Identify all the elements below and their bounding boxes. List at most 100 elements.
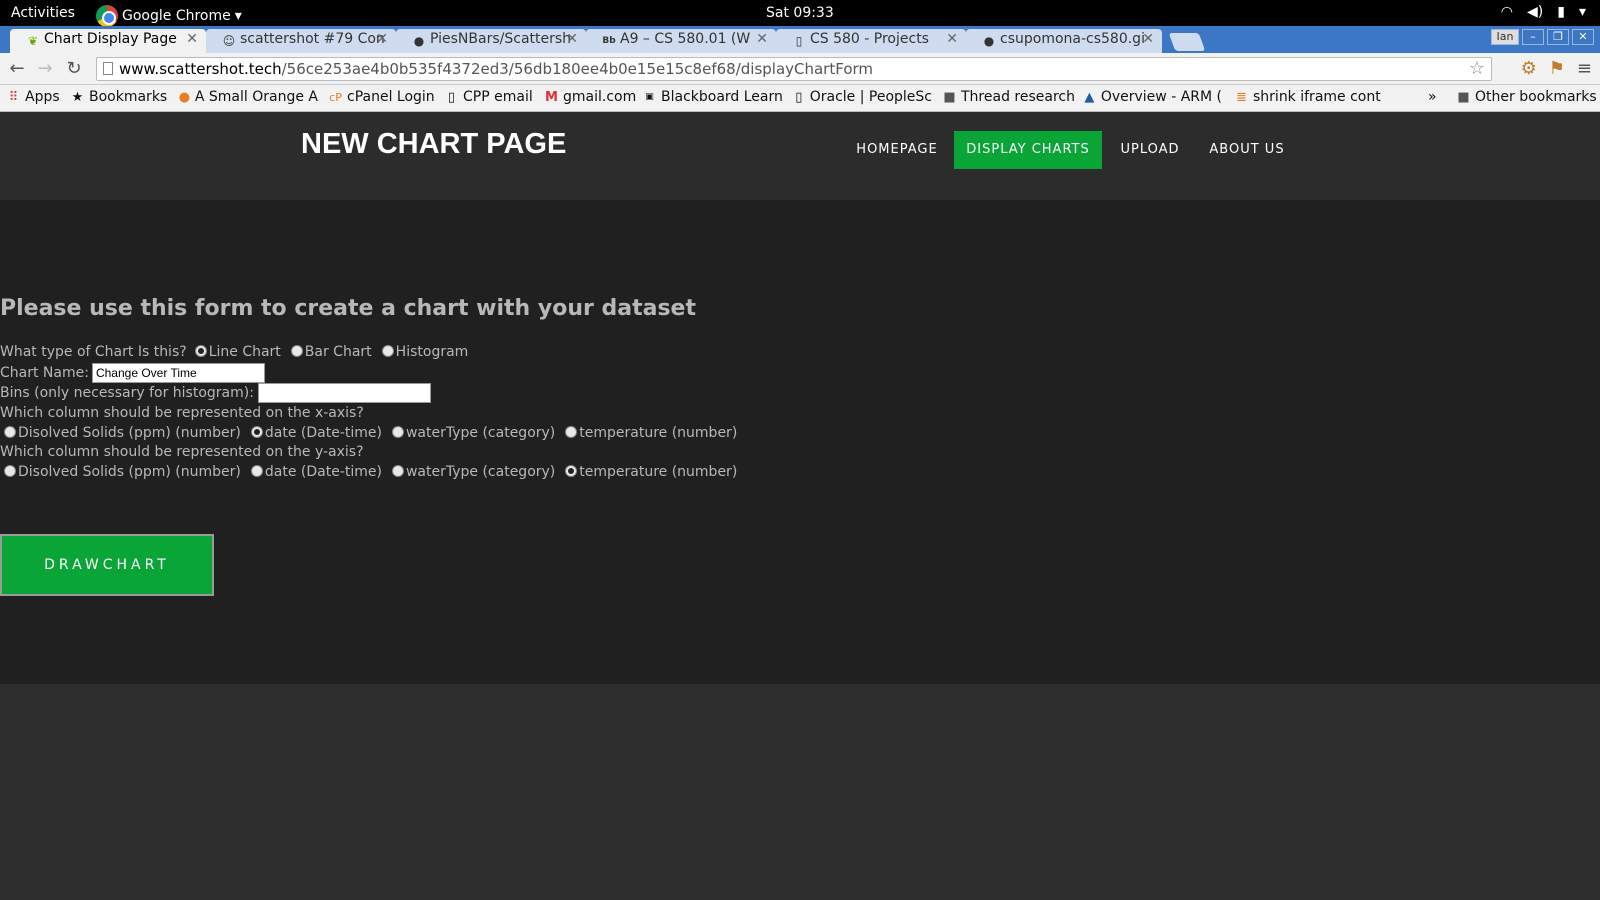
close-icon[interactable]: ✕	[566, 31, 578, 47]
bookmark-star-icon[interactable]: ☆	[1469, 58, 1485, 79]
nav-display-charts[interactable]: DISPLAY CHARTS	[954, 131, 1102, 169]
option-label: Bar Chart	[304, 344, 372, 360]
option-label: date (Date-time)	[264, 464, 382, 480]
bookmark-thread-research[interactable]: ■ Thread research	[942, 89, 1075, 105]
option-label: Line Chart	[208, 344, 281, 360]
chart-type-label: What type of Chart Is this?	[0, 344, 187, 360]
address-bar[interactable]: www.scattershot.tech/56ce253ae4b0b535f43…	[96, 57, 1492, 81]
bookmark-label: Oracle | PeopleSc	[809, 89, 932, 105]
tab-scattershot[interactable]: ☺ scattershot #79 Con ✕	[206, 29, 396, 53]
caret-down-icon: ▾	[234, 8, 242, 24]
close-icon[interactable]: ✕	[946, 31, 958, 47]
radio-histogram[interactable]	[381, 345, 394, 357]
stackoverflow-icon: ≣	[1236, 89, 1247, 105]
page-icon: ▯	[447, 89, 456, 105]
tab-piesnbars[interactable]: ● PiesNBars/Scattersh ✕	[396, 29, 586, 53]
arm-icon: ▲	[1084, 89, 1095, 105]
bookmark-cpp-email[interactable]: ▯ CPP email	[444, 89, 533, 105]
chart-name-input[interactable]: Change Over Time	[91, 363, 265, 383]
bins-row: Bins (only necessary for histogram):	[0, 383, 431, 403]
leaf-icon: ❦	[27, 34, 39, 48]
restore-icon[interactable]: ❐	[1547, 29, 1569, 45]
blackboard-icon: ▣	[645, 91, 654, 102]
bookmark-label: A Small Orange A	[194, 89, 318, 105]
bookmark-bookmarks[interactable]: ★ Bookmarks	[70, 89, 168, 105]
bookmark-gmail[interactable]: Mgmail.com	[544, 89, 636, 105]
bookmark-overflow[interactable]: »	[1428, 89, 1437, 105]
bookmark-small-orange[interactable]: ● A Small Orange A	[178, 89, 318, 105]
tab-a9[interactable]: Bb A9 – CS 580.01 (W ✕	[586, 29, 776, 53]
bins-label: Bins (only necessary for histogram):	[0, 385, 254, 401]
radio-y-watertype[interactable]	[391, 465, 404, 477]
radio-y-temperature[interactable]	[565, 465, 578, 477]
app-menu[interactable]: Google Chrome ▾	[96, 5, 242, 27]
bins-input[interactable]	[257, 383, 431, 403]
radio-y-date[interactable]	[250, 465, 263, 477]
extension-flag-icon[interactable]: ⚑	[1549, 58, 1565, 79]
radio-x-temperature[interactable]	[565, 426, 578, 438]
option-label: waterType (category)	[405, 464, 556, 480]
radio-line-chart[interactable]	[194, 345, 207, 357]
nav-homepage[interactable]: HOMEPAGE	[842, 131, 952, 169]
profile-button[interactable]: Ian	[1491, 29, 1519, 45]
draw-chart-button[interactable]: DRAWCHART	[0, 534, 214, 596]
extension-icon[interactable]: ⚙	[1521, 58, 1537, 79]
page-icon: ▯	[795, 89, 803, 105]
tab-title: PiesNBars/Scattersh	[430, 31, 572, 47]
close-icon[interactable]: ✕	[186, 31, 198, 47]
tab-title: Chart Display Page	[44, 31, 177, 47]
close-icon[interactable]: ✕	[1142, 31, 1154, 47]
new-tab-button[interactable]	[1168, 33, 1206, 51]
chart-name-label: Chart Name:	[0, 365, 89, 381]
tab-title: csupomona-cs580.gi	[1000, 31, 1145, 47]
bookmark-other[interactable]: ■ Other bookmarks	[1456, 89, 1596, 105]
tab-csupomona[interactable]: ● csupomona-cs580.gi ✕	[966, 29, 1162, 53]
tab-chart-display[interactable]: ❦ Chart Display Page ✕	[10, 29, 206, 53]
tab-cs580-projects[interactable]: ▯ CS 580 - Projects ✕	[776, 29, 966, 53]
close-window-icon[interactable]: ✕	[1572, 29, 1594, 45]
page-footer-background	[0, 684, 1600, 900]
bookmark-shrink-iframe[interactable]: ≣ shrink iframe cont	[1234, 89, 1384, 105]
radio-x-dissolved-solids[interactable]	[4, 426, 16, 438]
nav-upload[interactable]: UPLOAD	[1110, 131, 1190, 169]
bookmark-label: CPP email	[463, 89, 533, 105]
folder-icon: ■	[943, 89, 956, 105]
menu-icon[interactable]: ≡	[1577, 58, 1592, 79]
bookmark-label: gmail.com	[563, 89, 637, 105]
tab-strip: ❦ Chart Display Page ✕ ☺ scattershot #79…	[0, 26, 1600, 53]
bookmark-label: Blackboard Learn	[661, 89, 783, 105]
cpanel-icon: cP	[329, 90, 342, 104]
bookmark-arm[interactable]: ▲ Overview - ARM (	[1082, 89, 1222, 105]
gmail-icon: M	[545, 89, 558, 105]
tab-title: A9 – CS 580.01 (W	[620, 31, 751, 47]
chart-type-row: What type of Chart Is this? Line Chart B…	[0, 344, 468, 360]
radio-y-dissolved-solids[interactable]	[4, 465, 16, 477]
x-axis-options: Disolved Solids (ppm) (number) date (Dat…	[0, 425, 737, 441]
activities-button[interactable]: Activities	[11, 5, 75, 21]
back-icon[interactable]: ←	[6, 58, 28, 80]
page-info-icon[interactable]	[103, 62, 113, 75]
github-icon: ●	[983, 34, 995, 48]
forward-icon[interactable]: →	[34, 58, 56, 80]
bookmark-cpanel[interactable]: cP cPanel Login	[328, 89, 435, 105]
bookmark-label: Overview - ARM (	[1100, 89, 1222, 105]
nav-about-us[interactable]: ABOUT US	[1200, 131, 1294, 169]
bookmark-apps[interactable]: ⠿ Apps	[6, 89, 60, 105]
chart-form: Please use this form to create a chart w…	[0, 200, 1600, 684]
close-icon[interactable]: ✕	[756, 31, 768, 47]
tray-menu-icon: ▾	[1578, 4, 1586, 20]
clock[interactable]: Sat 09:33	[766, 5, 834, 21]
bookmark-oracle[interactable]: ▯ Oracle | PeopleSc	[792, 89, 932, 105]
close-icon[interactable]: ✕	[376, 31, 388, 47]
system-tray[interactable]: ◠ ◀) ▮ ▾	[1501, 4, 1586, 20]
address-path: /56ce253ae4b0b535f4372ed3/56db180ee4b0e1…	[281, 60, 874, 78]
radio-x-watertype[interactable]	[391, 426, 404, 438]
system-top-bar: Activities Google Chrome ▾ Sat 09:33 ◠ ◀…	[0, 0, 1600, 27]
radio-x-date[interactable]	[250, 426, 263, 438]
reload-icon[interactable]: ↻	[63, 58, 85, 80]
page-icon: ▯	[795, 34, 803, 48]
bookmark-blackboard[interactable]: ▣ Blackboard Learn	[642, 89, 783, 105]
radio-bar-chart[interactable]	[290, 345, 303, 357]
option-label: waterType (category)	[405, 425, 556, 441]
minimize-icon[interactable]: –	[1522, 29, 1544, 45]
